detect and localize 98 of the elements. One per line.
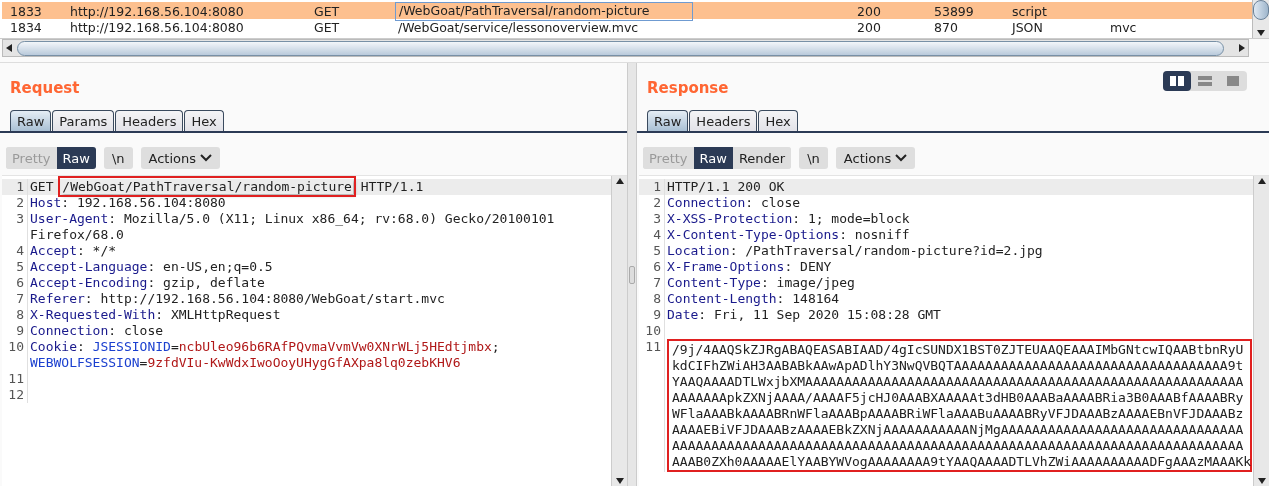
table-cell-text: JSON: [1010, 19, 1044, 36]
tab[interactable]: Hex: [758, 110, 798, 131]
line-number: 1: [15, 179, 25, 195]
table-cell-text: GET: [313, 19, 341, 36]
line-number: 9: [652, 307, 662, 323]
scroll-down-icon[interactable]: [1256, 28, 1266, 38]
code-line: Location: /PathTraversal/random-picture?id=2.jpg: [667, 243, 1044, 259]
code-line: Content-Length: 148164: [667, 291, 841, 307]
splitter-handle[interactable]: [629, 265, 635, 284]
format-button[interactable]: Raw: [56, 147, 96, 169]
table-cell-text: http://192.168.56.104:8080: [69, 19, 245, 36]
code-line: HTTP/1.1 200 OK: [667, 179, 786, 195]
table-cell-text: 200: [856, 19, 882, 36]
scroll-down-icon[interactable]: [1256, 476, 1267, 486]
scroll-down-icon[interactable]: [614, 476, 625, 486]
chevron-down-icon: [895, 154, 908, 162]
code-line: X-XSS-Protection: 1; mode=block: [667, 211, 911, 227]
table-cell-text: script: [1011, 3, 1048, 20]
code-line: Accept-Encoding: gzip, deflate: [30, 275, 266, 291]
line-number: 4: [15, 243, 25, 259]
columns-layout-icon: [1169, 74, 1185, 88]
actions-button[interactable]: Actions: [835, 147, 916, 169]
code-line: AAAAEBiVFJDAAABzAAAAEBkZXNjAAAAAAAAAAANjMgAAAAAAAAAAAAAAAAAAAAAAAAAAAAAAA: [672, 422, 1245, 438]
scroll-up-icon[interactable]: [1256, 176, 1267, 186]
line-number: 2: [652, 195, 662, 211]
code-line: X-Requested-With: XMLHttpRequest: [30, 307, 282, 323]
code-line: YAAQAAAADTLWxjbXMAAAAAAAAAAAAAAAAAAAAAAAAAAAAAAAAAAAAAAAAAAAAAAAAAAAAAAAA: [672, 374, 1245, 390]
code-line: AAAAAAApkZXNjAAAA/AAAAF5jcHJ0AAABXAAAAAt3dHB0AAABaAAAABRia3B0AAABfAAAABRy: [672, 390, 1245, 406]
code-line: Connection: close: [667, 195, 802, 211]
code-line: Firefox/68.0: [30, 227, 125, 243]
line-number: 12: [7, 387, 25, 403]
code-line: Date: Fri, 11 Sep 2020 15:08:28 GMT: [667, 307, 942, 323]
newline-button[interactable]: \n: [799, 147, 828, 169]
code-line: WFlaAAABkAAAABRnWFlaAAABpAAAABRiWFlaAAABuAAAABRyVFJDAAABzAAAAEBnVFJDAAABz: [672, 406, 1245, 422]
code-line: Connection: close: [30, 323, 165, 339]
line-number: 3: [15, 211, 25, 227]
line-number: 5: [15, 259, 25, 275]
code-line: GET /WebGoat/PathTraversal/random-picture HTTP/1.1: [30, 179, 611, 195]
table-cell-text: 870: [933, 19, 959, 36]
chevron-down-icon: [200, 154, 213, 162]
line-number: 2: [15, 195, 25, 211]
code-line: Accept-Language: en-US,en;q=0.5: [30, 259, 274, 275]
line-number: 5: [652, 243, 662, 259]
scrollbar[interactable]: [1252, 0, 1269, 38]
tab[interactable]: Raw: [10, 110, 52, 131]
line-number: 9: [15, 323, 25, 339]
panel-title: Response: [647, 79, 729, 97]
line-number: 6: [652, 259, 662, 275]
line-number: 8: [15, 307, 25, 323]
line-number: 7: [652, 275, 662, 291]
tab[interactable]: Params: [52, 110, 115, 131]
line-number: 11: [7, 371, 25, 387]
code-line: kdCIFhZWiAH3AABABkAAwApADlhY3NwQVBQTAAAAAAAAAAAAAAAAAAAAAAAAAAAAAAAAAAA9t: [672, 358, 1245, 374]
tab[interactable]: Headers: [689, 110, 758, 131]
table-row[interactable]: 1833 http://192.168.56.104:8080 GET /WebGoat/PathTraversal/random-picture 200 53899 script: [2, 2, 1252, 19]
code-line: X-Frame-Options: DENY: [667, 259, 833, 275]
tab[interactable]: Hex: [184, 110, 224, 131]
table-cell-text: 1833: [9, 3, 43, 20]
scrollbar[interactable]: [611, 176, 627, 486]
code-line: Accept: */*: [30, 243, 118, 259]
table-cell: /WebGoat/PathTraversal/random-picture: [395, 2, 693, 21]
table-cell-text: GET: [313, 3, 341, 20]
format-button[interactable]: Raw: [693, 147, 733, 169]
code-line: User-Agent: Mozilla/5.0 (X11; Linux x86_64; rv:68.0) Gecko/20100101: [30, 211, 556, 227]
code-line: /9j/4AAQSkZJRgABAQEASABIAAD/4gIcSUNDX1BST0ZJTEUAAQEAAAIMbGNtcwIQAABtbnRyU: [672, 342, 1245, 358]
code-line: Cookie: JSESSIONID=ncbUleo96b6RAfPQvmaVvmVw0XNrWLj5HEdtjmbx;: [30, 339, 501, 355]
scroll-up-icon[interactable]: [614, 176, 625, 186]
code-line: Referer: http://192.168.56.104:8080/WebGoat/start.mvc: [30, 291, 446, 307]
newline-button[interactable]: \n: [103, 147, 133, 169]
rows-layout-icon: [1197, 74, 1213, 88]
code-line: AAAAAAAAAAAAAAAAAAAAAAAAAAAAAAAAAAAAAAAAAAAAAAAAAAAAAAAAAAAAAAAAAAAAAAAAA: [672, 438, 1245, 454]
line-number: 6: [15, 275, 25, 291]
panel-title: Request: [10, 79, 80, 97]
code-line: Host: 192.168.56.104:8080: [30, 195, 227, 211]
actions-button[interactable]: Actions: [140, 147, 221, 169]
line-number: 10: [644, 323, 662, 339]
line-number: 7: [15, 291, 25, 307]
line-number: 1: [652, 179, 662, 195]
table-cell-text: /WebGoat/service/lessonoverview.mvc: [397, 19, 640, 36]
horizontal-scrollbar[interactable]: [2, 39, 1249, 57]
table-cell-text: 200: [856, 3, 882, 20]
table-cell-text: 53899: [933, 3, 975, 20]
table-cell-text: mvc: [1109, 19, 1138, 36]
line-number: 4: [652, 227, 662, 243]
tab[interactable]: Raw: [647, 110, 689, 131]
layout-toggle-button[interactable]: [1163, 71, 1191, 91]
table-cell-text: 1834: [9, 19, 43, 36]
line-number: 8: [652, 291, 662, 307]
line-number: 11: [644, 339, 662, 355]
single-pane-icon: [1225, 74, 1241, 88]
scrollbar[interactable]: [1253, 176, 1269, 486]
table-cell-text: http://192.168.56.104:8080: [69, 3, 245, 20]
tab[interactable]: Headers: [115, 110, 184, 131]
code-line: WEBWOLFSESSION=9zfdVIu-KwWdxIwoOoyUHygGfAXpa8lq0zebKHV6: [30, 355, 462, 371]
line-number: 10: [7, 339, 25, 355]
line-number: 3: [652, 211, 662, 227]
code-line: Content-Type: image/jpeg: [667, 275, 856, 291]
code-line: X-Content-Type-Options: nosniff: [667, 227, 911, 243]
